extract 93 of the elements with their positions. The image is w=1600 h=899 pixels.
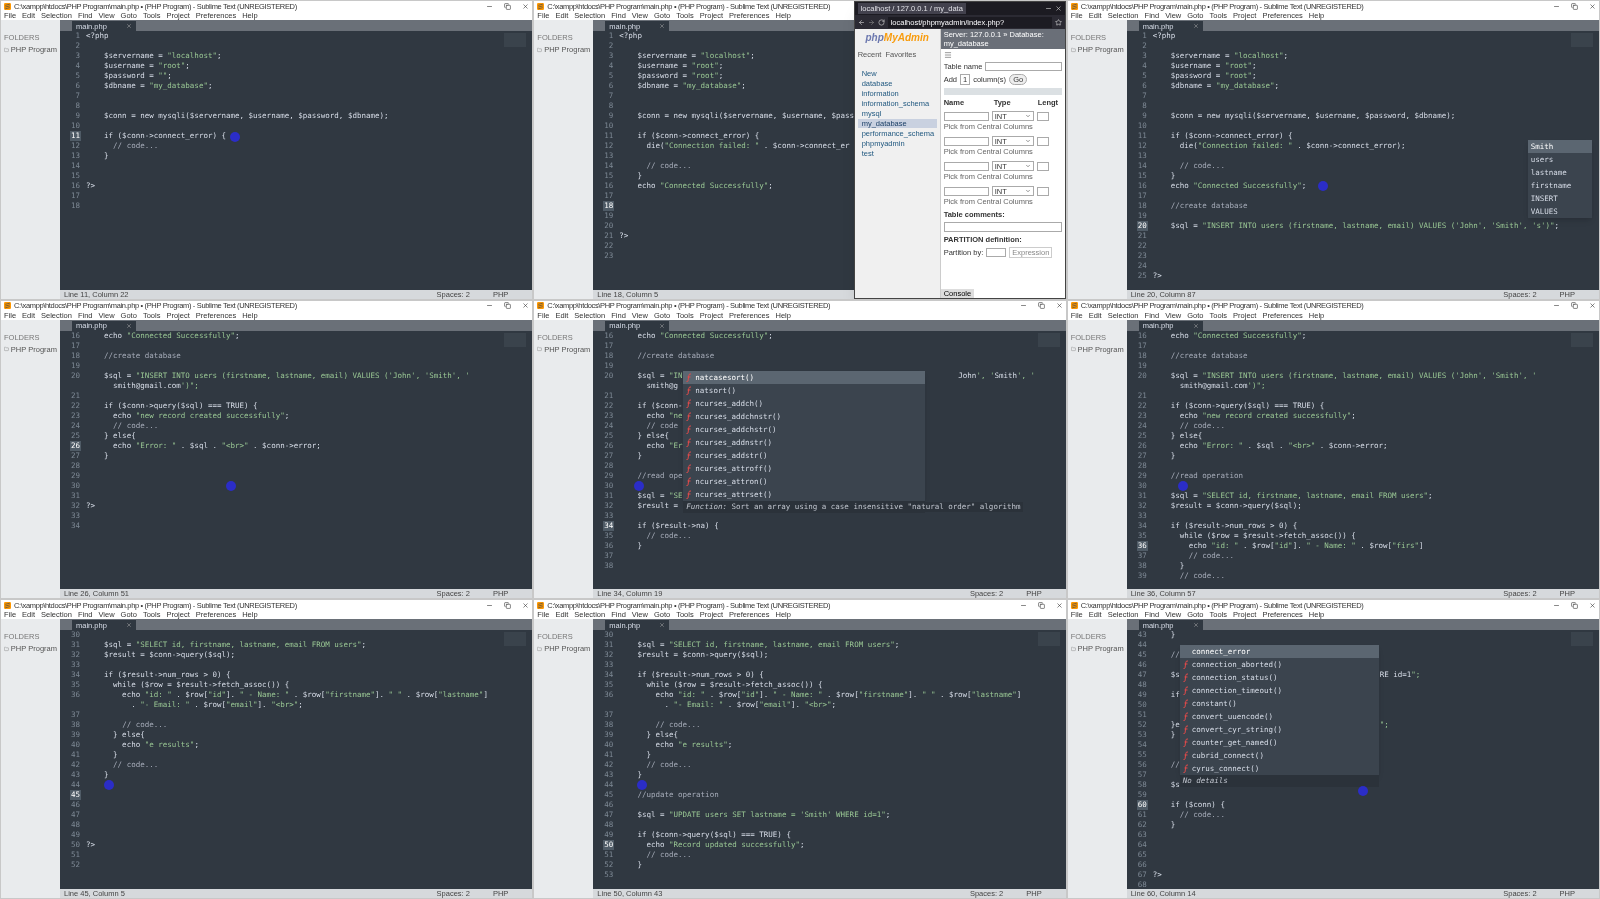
caret-icon <box>1024 163 1031 169</box>
close-icon[interactable] <box>1055 302 1063 310</box>
pointer-highlight-icon <box>226 480 236 491</box>
pointer-highlight-icon <box>634 480 645 491</box>
length-field[interactable] <box>1036 136 1049 146</box>
pointer-highlight-icon <box>104 780 114 791</box>
restore-icon[interactable] <box>1571 2 1578 10</box>
back-icon[interactable] <box>857 18 865 26</box>
app-logo-icon <box>4 302 11 310</box>
close-tab-icon[interactable] <box>126 23 132 29</box>
column-name-field[interactable] <box>943 161 989 171</box>
close-tab-icon[interactable] <box>126 322 132 329</box>
close-icon[interactable] <box>522 601 530 609</box>
function-icon <box>686 385 693 395</box>
phpmyadmin-logo[interactable]: phpMyAdmin <box>857 32 937 44</box>
caret-icon <box>1024 113 1031 119</box>
close-icon[interactable] <box>1589 302 1596 310</box>
folder-icon <box>1070 645 1076 652</box>
app-logo-icon <box>4 601 11 609</box>
function-icon <box>686 450 693 460</box>
function-icon <box>1182 751 1189 761</box>
close-tab-icon[interactable] <box>659 622 666 629</box>
folder-icon <box>537 46 543 53</box>
restore-icon[interactable] <box>504 302 512 310</box>
pointer-highlight-icon <box>1357 786 1368 797</box>
folder-icon <box>1070 46 1076 53</box>
close-icon[interactable] <box>1589 2 1596 10</box>
close-icon[interactable] <box>522 2 530 10</box>
column-name-field[interactable] <box>943 136 989 146</box>
function-icon <box>1182 712 1189 722</box>
length-field[interactable] <box>1036 186 1049 196</box>
table-name-field[interactable] <box>985 62 1062 71</box>
table-comments-field[interactable] <box>943 222 1062 232</box>
function-icon <box>686 489 693 499</box>
app-logo-icon <box>4 2 11 10</box>
function-icon <box>1182 764 1189 774</box>
function-icon <box>686 372 693 382</box>
function-icon <box>1182 660 1189 670</box>
folder-icon <box>4 46 9 53</box>
close-tab-icon[interactable] <box>659 322 666 329</box>
close-tab-icon[interactable] <box>659 23 666 29</box>
caret-icon <box>1024 138 1031 144</box>
bookmark-icon[interactable] <box>1054 18 1062 26</box>
close-tab-icon[interactable] <box>126 622 132 629</box>
column-name-field[interactable] <box>943 186 989 196</box>
function-icon <box>1182 738 1189 748</box>
pointer-highlight-icon <box>1177 480 1188 491</box>
app-logo-icon <box>537 2 545 10</box>
minimize-icon[interactable] <box>1044 5 1052 12</box>
restore-icon[interactable] <box>1571 601 1578 609</box>
partition-select[interactable] <box>986 248 1007 257</box>
app-logo-icon <box>1070 601 1078 609</box>
restore-icon[interactable] <box>1037 601 1045 609</box>
function-icon <box>1182 699 1189 709</box>
function-icon <box>686 437 693 447</box>
folder-icon <box>4 645 9 652</box>
function-icon <box>1182 686 1189 696</box>
forward-icon[interactable] <box>867 18 875 26</box>
restore-icon[interactable] <box>1571 302 1578 310</box>
close-tab-icon[interactable] <box>1192 23 1199 29</box>
function-icon <box>1182 725 1189 735</box>
length-field[interactable] <box>1036 111 1049 121</box>
app-logo-icon <box>1070 302 1078 310</box>
function-icon <box>686 463 693 473</box>
restore-icon[interactable] <box>1037 302 1045 310</box>
restore-icon[interactable] <box>504 2 512 10</box>
pointer-highlight-icon <box>637 780 648 791</box>
folder-icon <box>537 645 543 652</box>
close-tab-icon[interactable] <box>1192 322 1199 329</box>
caret-icon <box>1024 188 1031 194</box>
folder-icon <box>1070 346 1076 353</box>
function-icon <box>686 411 693 421</box>
restore-icon[interactable] <box>504 601 512 609</box>
folder-icon <box>537 346 543 353</box>
close-icon[interactable] <box>1055 601 1063 609</box>
function-icon <box>686 476 693 486</box>
pointer-highlight-icon <box>1317 181 1328 191</box>
folder-icon <box>4 346 9 353</box>
length-field[interactable] <box>1036 161 1049 171</box>
close-icon[interactable] <box>1054 5 1062 12</box>
function-icon <box>1182 673 1189 683</box>
reload-icon[interactable] <box>877 18 885 26</box>
pointer-highlight-icon <box>230 132 240 142</box>
app-logo-icon <box>1070 2 1078 10</box>
function-icon <box>686 398 693 408</box>
app-logo-icon <box>537 302 545 310</box>
close-tab-icon[interactable] <box>1192 622 1199 629</box>
function-icon <box>686 424 693 434</box>
close-icon[interactable] <box>1589 601 1596 609</box>
column-name-field[interactable] <box>943 111 989 121</box>
menu-icon[interactable] <box>943 51 952 59</box>
app-logo-icon <box>537 601 545 609</box>
close-icon[interactable] <box>522 302 530 310</box>
